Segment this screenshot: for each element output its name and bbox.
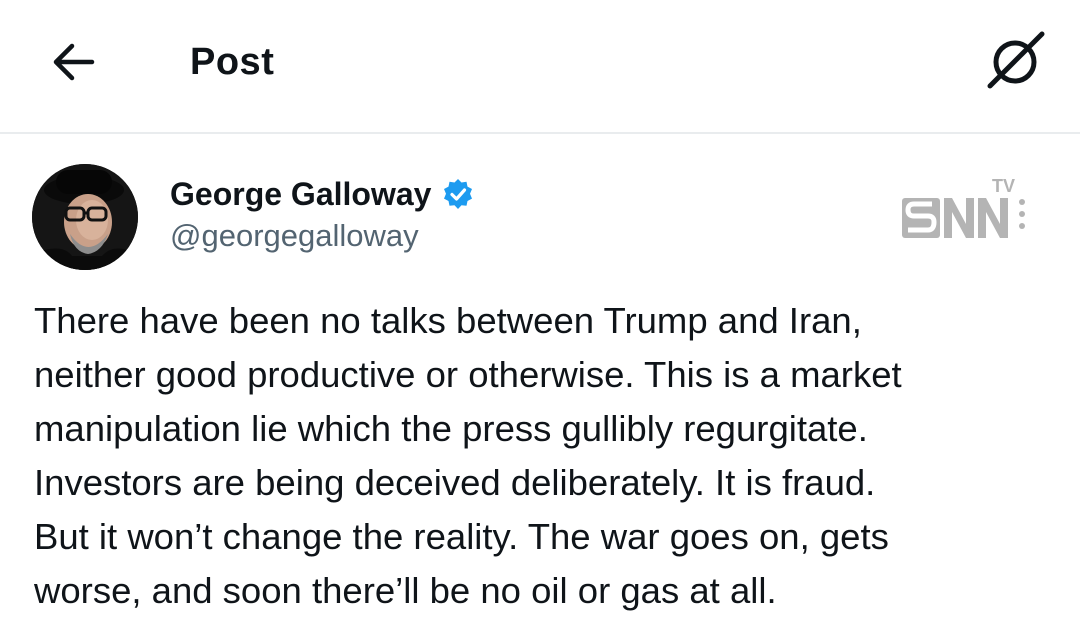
arrow-left-icon: [53, 43, 95, 81]
post-text-line: But it won’t change the reality. The war…: [34, 516, 889, 557]
author-handle[interactable]: @georgegalloway: [170, 216, 419, 256]
avatar-image: [32, 164, 138, 270]
grok-button[interactable]: [984, 28, 1048, 92]
grok-icon: [987, 31, 1045, 89]
post-text-line: neither good productive or otherwise. Th…: [34, 354, 902, 395]
post-text-line: manipulation lie which the press gullibl…: [34, 408, 868, 449]
top-bar: Post: [0, 0, 1080, 132]
header-divider: [0, 132, 1080, 134]
post-text-line: Investors are being deceived deliberatel…: [34, 462, 876, 503]
page-title: Post: [190, 41, 275, 83]
author-name[interactable]: George Galloway: [170, 174, 431, 214]
author-avatar[interactable]: [32, 164, 138, 270]
snn-tv-logo-icon: TV: [902, 176, 1025, 238]
post-text-line: There have been no talks between Trump a…: [34, 300, 862, 341]
verified-badge: [442, 178, 474, 210]
post-text-line: worse, and soon there’ll be no oil or ga…: [34, 570, 777, 611]
svg-text:TV: TV: [992, 176, 1015, 196]
verified-check-icon: [444, 179, 472, 209]
back-button[interactable]: [48, 38, 100, 86]
post-body: There have been no talks between Trump a…: [34, 294, 1044, 618]
snn-tv-watermark: TV: [900, 172, 1040, 244]
